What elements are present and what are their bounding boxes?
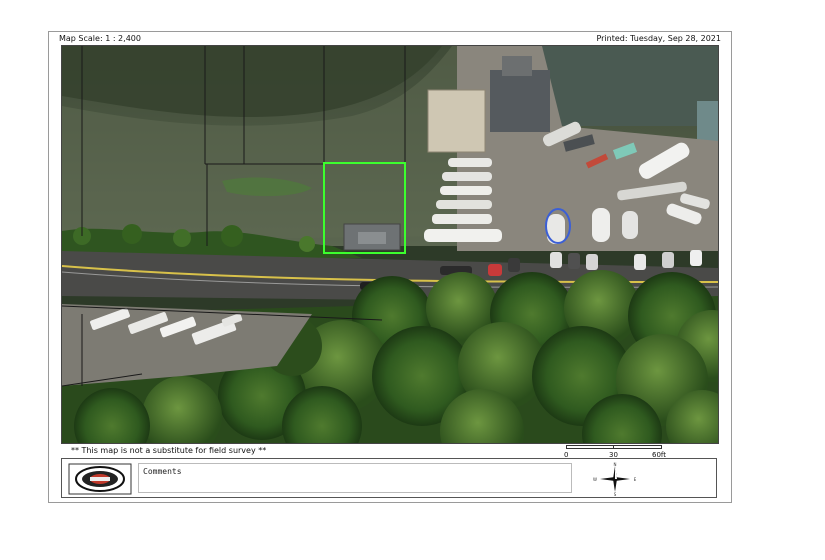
- map-scale-label: Map Scale: 1 : 2,400: [59, 34, 141, 43]
- comments-label: Comments: [143, 467, 182, 476]
- water-upper-right: [542, 46, 718, 126]
- comments-box[interactable]: Comments: [138, 463, 572, 493]
- compass-north: N: [614, 462, 617, 467]
- boathouse-annex: [502, 56, 532, 76]
- compass-west: W: [593, 477, 597, 482]
- compass-east: E: [634, 477, 637, 482]
- north-arrow-compass-icon: N S E W: [590, 461, 640, 497]
- compass-south: S: [614, 492, 617, 497]
- dock-structure: [697, 101, 718, 146]
- marina-building: [427, 89, 486, 153]
- county-seal-icon: [68, 463, 132, 495]
- scale-bar: 0 30 60ft: [564, 443, 668, 459]
- map-print-sheet: Map Scale: 1 : 2,400 Printed: Tuesday, S…: [48, 31, 732, 503]
- printed-date-label: Printed: Tuesday, Sep 28, 2021: [596, 34, 721, 43]
- aerial-map-view[interactable]: [61, 45, 719, 444]
- field-survey-disclaimer: ** This map is not a substitute for fiel…: [71, 446, 267, 455]
- map-footer: Comments N S E W: [61, 458, 717, 498]
- boathouse-roof: [490, 70, 550, 132]
- aerial-imagery: [62, 46, 718, 443]
